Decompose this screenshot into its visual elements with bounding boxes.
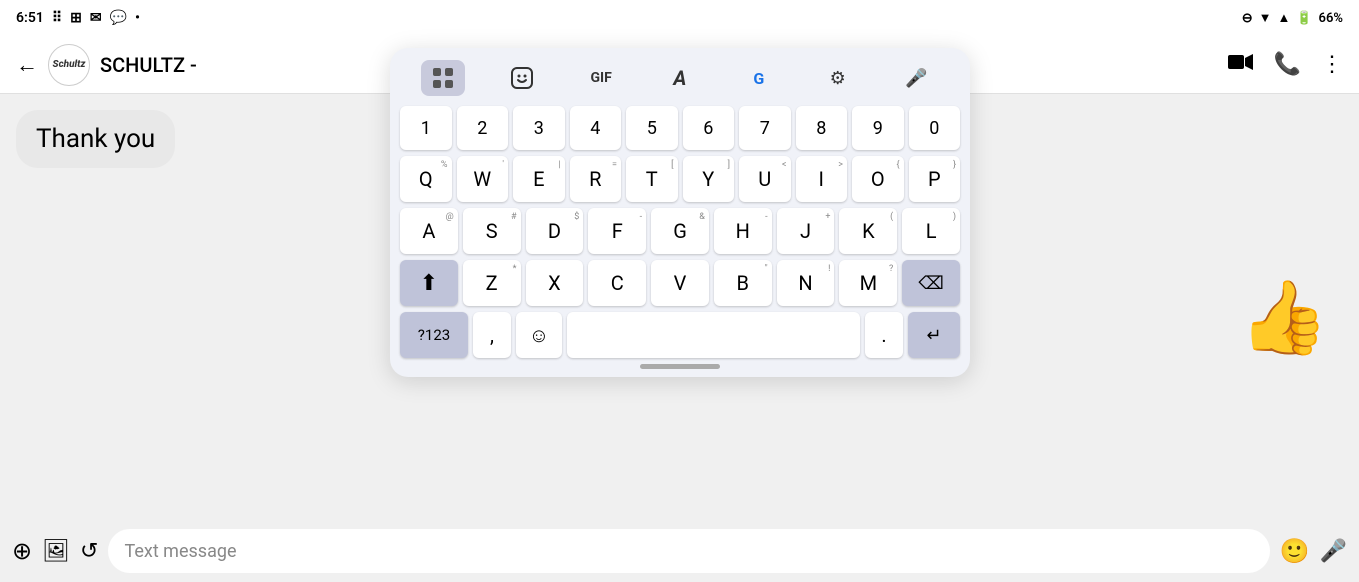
dnd-icon: ⊖ <box>1242 11 1253 26</box>
key-d[interactable]: D$ <box>526 208 584 254</box>
grid-icon: ⊞ <box>70 10 82 26</box>
period-key[interactable]: . <box>865 312 903 358</box>
key-4[interactable]: 4 <box>570 106 622 150</box>
signal-icon: ⠿ <box>52 10 62 26</box>
keyboard-bottom-row: ?123 , ☺ . ↵ <box>400 312 960 358</box>
keyboard-overlay: GIF A G ⚙ 🎤 1 2 3 4 5 6 7 8 9 0 Q% W' E|… <box>390 48 970 377</box>
text-message-input[interactable]: Text message <box>108 529 1269 573</box>
keyboard-qwerty-row: Q% W' E| R= T[ Y] U< I> O{ P} <box>400 156 960 202</box>
status-right: ⊖ ▼ ▲ 🔋 66% <box>1242 10 1343 26</box>
input-placeholder: Text message <box>124 541 236 562</box>
add-attachment-button[interactable]: ⊕ <box>12 537 32 565</box>
key-6[interactable]: 6 <box>683 106 735 150</box>
dot-icon: • <box>135 10 140 26</box>
header-left: ← Schultz SCHULTZ - <box>16 44 197 86</box>
key-r[interactable]: R= <box>570 156 622 202</box>
emoji-button[interactable]: 🙂 <box>1280 537 1310 565</box>
messenger-icon: 💬 <box>110 10 127 26</box>
battery-icon: 🔋 <box>1296 11 1312 26</box>
keyboard-translate-button[interactable]: G <box>737 60 781 96</box>
mic-input-button[interactable]: 🎤 <box>1320 539 1347 564</box>
key-7[interactable]: 7 <box>739 106 791 150</box>
key-n[interactable]: N! <box>777 260 835 306</box>
key-x[interactable]: X <box>526 260 584 306</box>
numbers-switch-key[interactable]: ?123 <box>400 312 468 358</box>
wifi-icon: ▼ <box>1259 10 1272 26</box>
key-q[interactable]: Q% <box>400 156 452 202</box>
key-0[interactable]: 0 <box>909 106 961 150</box>
backspace-key[interactable]: ⌫ <box>902 260 960 306</box>
status-left: 6:51 ⠿ ⊞ ✉ 💬 • <box>16 10 140 26</box>
shift-key[interactable]: ⬆ <box>400 260 458 306</box>
keyboard-handle <box>640 364 720 369</box>
keyboard-emoji-grid-button[interactable] <box>421 60 465 96</box>
key-f[interactable]: F- <box>588 208 646 254</box>
key-1[interactable]: 1 <box>400 106 452 150</box>
key-y[interactable]: Y] <box>683 156 735 202</box>
key-5[interactable]: 5 <box>626 106 678 150</box>
header-right: 📞 ⋮ <box>1228 52 1343 77</box>
key-u[interactable]: U< <box>739 156 791 202</box>
key-8[interactable]: 8 <box>796 106 848 150</box>
thumbs-up-emoji: 👍 <box>1239 275 1329 360</box>
keyboard-zxcv-row: ⬆ Z* X C V B" N! M? ⌫ <box>400 260 960 306</box>
key-p[interactable]: P} <box>909 156 961 202</box>
keyboard-toolbar: GIF A G ⚙ 🎤 <box>400 60 960 96</box>
keyboard-asdf-row: A@ S# D$ F- G& H- J+ K( L) <box>400 208 960 254</box>
status-bar: 6:51 ⠿ ⊞ ✉ 💬 • ⊖ ▼ ▲ 🔋 66% <box>0 0 1359 36</box>
time: 6:51 <box>16 10 44 26</box>
key-g[interactable]: G& <box>651 208 709 254</box>
key-m[interactable]: M? <box>839 260 897 306</box>
key-o[interactable]: O{ <box>852 156 904 202</box>
keyboard-voice-button[interactable]: 🎤 <box>894 60 938 96</box>
key-a[interactable]: A@ <box>400 208 458 254</box>
back-button[interactable]: ← <box>16 52 38 78</box>
space-key[interactable] <box>567 312 860 358</box>
enter-key[interactable]: ↵ <box>908 312 960 358</box>
key-k[interactable]: K( <box>839 208 897 254</box>
key-b[interactable]: B" <box>714 260 772 306</box>
emoji-key[interactable]: ☺ <box>516 312 562 358</box>
keyboard-sticker-button[interactable] <box>500 60 544 96</box>
more-options-icon[interactable]: ⋮ <box>1321 52 1343 77</box>
keyboard-number-row: 1 2 3 4 5 6 7 8 9 0 <box>400 106 960 150</box>
msg-icon: ✉ <box>90 10 102 26</box>
key-v[interactable]: V <box>651 260 709 306</box>
contact-name: SCHULTZ - <box>100 53 197 77</box>
key-e[interactable]: E| <box>513 156 565 202</box>
input-bar: ⊕ 🖼 ↺ Text message 🙂 🎤 <box>0 520 1359 582</box>
keyboard-gif-button[interactable]: GIF <box>579 60 623 96</box>
key-w[interactable]: W' <box>457 156 509 202</box>
battery-percent: 66% <box>1319 11 1343 26</box>
keyboard-settings-button[interactable]: ⚙ <box>816 60 860 96</box>
key-3[interactable]: 3 <box>513 106 565 150</box>
media-button[interactable]: 🖼 <box>42 539 70 564</box>
video-call-icon[interactable] <box>1228 52 1254 77</box>
contact-avatar: Schultz <box>48 44 90 86</box>
key-c[interactable]: C <box>588 260 646 306</box>
key-z[interactable]: Z* <box>463 260 521 306</box>
key-9[interactable]: 9 <box>852 106 904 150</box>
key-2[interactable]: 2 <box>457 106 509 150</box>
phone-icon[interactable]: 📞 <box>1274 52 1301 77</box>
key-s[interactable]: S# <box>463 208 521 254</box>
comma-key[interactable]: , <box>473 312 511 358</box>
key-l[interactable]: L) <box>902 208 960 254</box>
refresh-button[interactable]: ↺ <box>80 539 98 564</box>
keyboard-font-button[interactable]: A <box>658 60 702 96</box>
key-i[interactable]: I> <box>796 156 848 202</box>
message-text: Thank you <box>36 124 155 154</box>
key-h[interactable]: H- <box>714 208 772 254</box>
message-bubble: Thank you <box>16 110 175 168</box>
key-j[interactable]: J+ <box>777 208 835 254</box>
signal-bars-icon: ▲ <box>1277 10 1290 26</box>
key-t[interactable]: T[ <box>626 156 678 202</box>
